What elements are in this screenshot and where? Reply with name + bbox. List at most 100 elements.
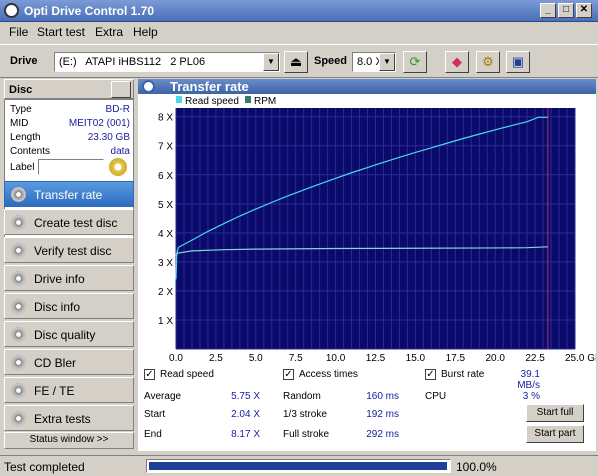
y-tick-label: 2 X	[158, 287, 173, 298]
read-speed-label: Read speed	[160, 369, 214, 380]
refresh-button[interactable]: ⟳	[403, 51, 427, 73]
disc-field-type: Type BD-R	[10, 104, 130, 115]
disc-info-icon	[11, 299, 26, 314]
read-speed-checkbox[interactable]: ✓	[144, 369, 155, 380]
eject-button[interactable]: ⏏	[284, 51, 308, 73]
transfer-rate-chart: Read speed RPM 1 X 2 X 3 X 4 X 5 X 6 X 7 X 8 X 0.0…	[158, 96, 598, 364]
menu-file[interactable]: File	[9, 25, 28, 39]
app-disc-icon	[4, 3, 19, 18]
disc-label-key: Label	[10, 162, 35, 173]
disc-header-label: Disc	[9, 84, 33, 96]
nav-disc-quality[interactable]: Disc quality	[4, 321, 134, 347]
access-times-checkbox[interactable]: ✓	[283, 369, 294, 380]
disc-refresh-button[interactable]	[111, 81, 131, 98]
stats-panel: ✓ Read speed ✓ Access times ✓ Burst rate…	[138, 364, 596, 451]
verify-disc-icon	[11, 243, 26, 258]
start-value: 2.04 X	[231, 409, 260, 420]
start-label: Start	[144, 409, 166, 420]
y-tick-label: 5 X	[158, 200, 173, 211]
one-third-stroke-label: 1/3 stroke	[283, 409, 327, 420]
menu-start-test[interactable]: Start test	[37, 25, 85, 39]
transfer-rate-icon	[142, 80, 155, 93]
disc-label-input[interactable]	[38, 159, 104, 175]
x-tick-label: 2.5	[209, 353, 223, 364]
progress-fill	[149, 462, 447, 470]
refresh-icon: ⟳	[409, 54, 421, 69]
fe-te-icon	[11, 383, 26, 398]
settings-button[interactable]: ⚙	[476, 51, 500, 73]
burst-rate-value: 39.1 MB/s	[517, 369, 540, 391]
x-tick-label: 12.5	[366, 353, 386, 364]
transfer-rate-icon	[11, 187, 26, 202]
legend-swatch-rpm	[245, 96, 251, 103]
speed-select[interactable]: 8.0 X ▼	[352, 52, 396, 72]
legend-rpm: RPM	[254, 96, 276, 107]
start-full-button[interactable]: Start full	[526, 404, 584, 422]
extra-tests-icon	[11, 411, 26, 426]
chart-area: Read speed RPM 1 X 2 X 3 X 4 X 5 X 6 X 7 X 8 X 0.0…	[138, 94, 598, 364]
legend-read-speed: Read speed	[185, 96, 239, 107]
progress-percent: 100.0%	[456, 460, 497, 474]
menu-bar: File Start test Extra Help	[0, 22, 598, 42]
status-window-button[interactable]: Status window >>	[4, 432, 134, 449]
x-tick-label: 20.0	[485, 353, 505, 364]
maximize-button[interactable]: □	[558, 3, 574, 18]
progress-bar	[146, 459, 451, 473]
burst-rate-checkbox[interactable]: ✓	[425, 369, 436, 380]
y-tick-label: 7 X	[158, 142, 173, 153]
start-part-button[interactable]: Start part	[526, 425, 584, 443]
average-label: Average	[144, 391, 182, 402]
chevron-down-icon[interactable]: ▼	[263, 53, 279, 71]
end-value: 8.17 X	[231, 429, 260, 440]
y-tick-label: 6 X	[158, 171, 173, 182]
x-tick-label: 22.5	[525, 353, 545, 364]
toolbar: Drive (E:) ATAPI iHBS112 2 PL06 ▼ ⏏ Spee…	[0, 44, 598, 78]
full-stroke-value: 292 ms	[366, 429, 399, 440]
x-tick-label: 25.0 GB	[565, 353, 596, 364]
eraser-icon: ◆	[452, 54, 462, 69]
disc-label-icon[interactable]	[109, 158, 127, 176]
nav-verify-test-disc[interactable]: Verify test disc	[4, 237, 134, 263]
minimize-button[interactable]: _	[540, 3, 556, 18]
disc-field-mid: MID MEIT02 (001)	[10, 118, 130, 129]
x-tick-label: 7.5	[289, 353, 303, 364]
y-tick-label: 8 X	[158, 113, 173, 124]
y-tick-label: 1 X	[158, 316, 173, 327]
x-tick-label: 10.0	[326, 353, 346, 364]
status-text: Test completed	[4, 460, 85, 474]
cd-bler-icon	[11, 355, 26, 370]
legend-swatch-read-speed	[176, 96, 182, 103]
disc-field-length: Length 23.30 GB	[10, 132, 130, 143]
nav-transfer-rate[interactable]: Transfer rate	[4, 181, 134, 207]
floppy-icon: ▣	[511, 54, 525, 69]
speed-label: Speed	[314, 55, 348, 67]
drive-select[interactable]: (E:) ATAPI iHBS112 2 PL06 ▼	[54, 52, 280, 72]
close-button[interactable]: ✕	[576, 3, 592, 18]
nav-cd-bler[interactable]: CD Bler	[4, 349, 134, 375]
chevron-down-icon[interactable]: ▼	[379, 53, 395, 71]
nav-fe-te[interactable]: FE / TE	[4, 377, 134, 403]
create-disc-icon	[11, 215, 26, 230]
title-bar: Opti Drive Control 1.70 _ □ ✕	[0, 0, 598, 22]
nav-extra-tests[interactable]: Extra tests	[4, 405, 134, 431]
save-button[interactable]: ▣	[506, 51, 530, 73]
nav-disc-info[interactable]: Disc info	[4, 293, 134, 319]
erase-button[interactable]: ◆	[445, 51, 469, 73]
disc-quality-icon	[11, 327, 26, 342]
y-tick-label: 3 X	[158, 258, 173, 269]
nav-create-test-disc[interactable]: Create test disc	[4, 209, 134, 235]
menu-extra[interactable]: Extra	[95, 25, 123, 39]
menu-help[interactable]: Help	[133, 25, 158, 39]
access-times-label: Access times	[299, 369, 358, 380]
window-title: Opti Drive Control 1.70	[24, 4, 155, 18]
one-third-stroke-value: 192 ms	[366, 409, 399, 420]
burst-rate-label: Burst rate	[441, 369, 485, 380]
drive-select-value: (E:) ATAPI iHBS112 2 PL06	[59, 56, 206, 68]
x-tick-label: 5.0	[249, 353, 263, 364]
average-value: 5.75 X	[231, 391, 260, 402]
random-label: Random	[283, 391, 321, 402]
disc-header: Disc	[4, 79, 134, 99]
random-value: 160 ms	[366, 391, 399, 402]
drive-info-icon	[11, 271, 26, 286]
nav-drive-info[interactable]: Drive info	[4, 265, 134, 291]
